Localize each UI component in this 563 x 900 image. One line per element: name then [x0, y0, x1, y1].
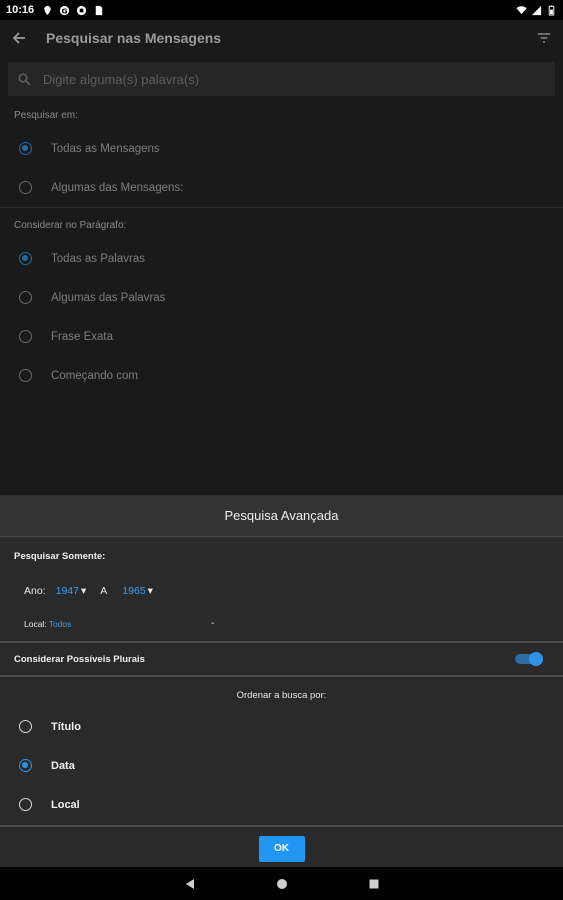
radio-order-title[interactable]: Título: [0, 707, 563, 746]
order-label: Ordenar a busca por:: [236, 690, 327, 701]
plurals-label: Considerar Possíveis Plurais: [14, 653, 145, 665]
radio-label: Data: [51, 759, 75, 772]
radio-order-date[interactable]: Data: [0, 746, 563, 785]
radio-some-messages[interactable]: Algumas das Mensagens:: [0, 168, 563, 207]
search-only-section: Pesquisar Somente: Ano: 1947 ▾ A 1965 ▾ …: [0, 537, 563, 641]
radio-some-words[interactable]: Algumas das Palavras: [0, 278, 563, 317]
order-group: Título Data Local: [0, 707, 563, 824]
radio-label: Algumas das Palavras: [51, 291, 166, 304]
advanced-search-sheet: Pesquisa Avançada Pesquisar Somente: Ano…: [0, 495, 563, 867]
year-separator: A: [100, 585, 108, 597]
search-icon: [18, 72, 31, 86]
radio-button[interactable]: [19, 330, 32, 343]
svg-text:G: G: [62, 6, 68, 15]
back-arrow-icon[interactable]: [12, 31, 26, 45]
search-input[interactable]: Digite alguma(s) palavra(s): [8, 62, 555, 96]
year-range: Ano: 1947 ▾ A 1965 ▾: [24, 585, 153, 597]
radio-label: Algumas das Mensagens:: [51, 181, 184, 194]
radio-label: Local: [51, 798, 80, 811]
year-to-selector[interactable]: 1965: [122, 585, 145, 597]
year-from-selector[interactable]: 1947: [56, 585, 79, 597]
local-selector[interactable]: Todos: [49, 619, 72, 629]
radio-button[interactable]: [19, 181, 32, 194]
system-nav-bar: [0, 867, 563, 900]
page-title: Pesquisar nas Mensagens: [46, 30, 222, 46]
sheet-title: Pesquisa Avançada: [0, 495, 563, 537]
local-label: Local:: [24, 619, 47, 629]
radio-order-local[interactable]: Local: [0, 785, 563, 824]
search-screen: Pesquisar nas Mensagens Digite alguma(s)…: [0, 20, 563, 495]
search-in-label: Pesquisar em:: [14, 110, 78, 121]
radio-exact-phrase[interactable]: Frase Exata: [0, 317, 563, 356]
app-bar: Pesquisar nas Mensagens: [0, 20, 563, 56]
radio-all-messages[interactable]: Todas as Mensagens: [0, 129, 563, 168]
dropdown-arrow-icon: ▾: [80, 585, 87, 597]
plurals-row[interactable]: Considerar Possíveis Plurais: [0, 643, 563, 675]
google-icon: G: [60, 5, 70, 15]
radio-button[interactable]: [19, 369, 32, 382]
location-icon: [44, 5, 51, 15]
signal-icon: [531, 5, 542, 15]
dropdown-arrow-icon: ▾: [147, 585, 153, 597]
sd-card-icon: [95, 5, 103, 15]
ok-bar: OK: [0, 827, 563, 870]
nav-recents-icon[interactable]: [368, 878, 380, 890]
local-dropdown-dash[interactable]: -: [211, 618, 214, 629]
radio-label: Começando com: [51, 369, 138, 382]
divider: [0, 207, 563, 208]
google-news-icon: [77, 5, 87, 15]
radio-button[interactable]: [19, 720, 32, 733]
search-only-label: Pesquisar Somente:: [14, 551, 106, 562]
radio-button[interactable]: [19, 252, 32, 265]
ok-button[interactable]: OK: [258, 835, 305, 862]
radio-all-words[interactable]: Todas as Palavras: [0, 239, 563, 278]
paragraph-label: Considerar no Parágrafo:: [14, 220, 127, 231]
radio-label: Título: [51, 720, 81, 733]
radio-starting-with[interactable]: Começando com: [0, 356, 563, 395]
nav-back-icon[interactable]: [184, 878, 196, 890]
battery-icon: [548, 4, 555, 16]
local-row: Local: Todos: [24, 619, 71, 629]
radio-label: Todas as Mensagens: [51, 142, 160, 155]
year-label: Ano:: [24, 585, 46, 597]
filter-icon[interactable]: [537, 32, 551, 44]
status-bar: 10:16 G: [0, 0, 563, 20]
radio-label: Todas as Palavras: [51, 252, 145, 265]
search-in-group: Todas as Mensagens Algumas das Mensagens…: [0, 129, 563, 207]
status-time: 10:16: [6, 4, 35, 16]
radio-button[interactable]: [19, 291, 32, 304]
radio-button[interactable]: [19, 142, 32, 155]
plurals-toggle[interactable]: [515, 652, 543, 666]
wifi-icon: [516, 5, 527, 14]
radio-button[interactable]: [19, 759, 32, 772]
radio-button[interactable]: [19, 798, 32, 811]
radio-label: Frase Exata: [51, 330, 113, 343]
nav-home-icon[interactable]: [276, 878, 288, 890]
search-placeholder: Digite alguma(s) palavra(s): [43, 71, 200, 87]
paragraph-group: Todas as Palavras Algumas das Palavras F…: [0, 239, 563, 395]
order-section: Ordenar a busca por: Título Data Local: [0, 677, 563, 824]
